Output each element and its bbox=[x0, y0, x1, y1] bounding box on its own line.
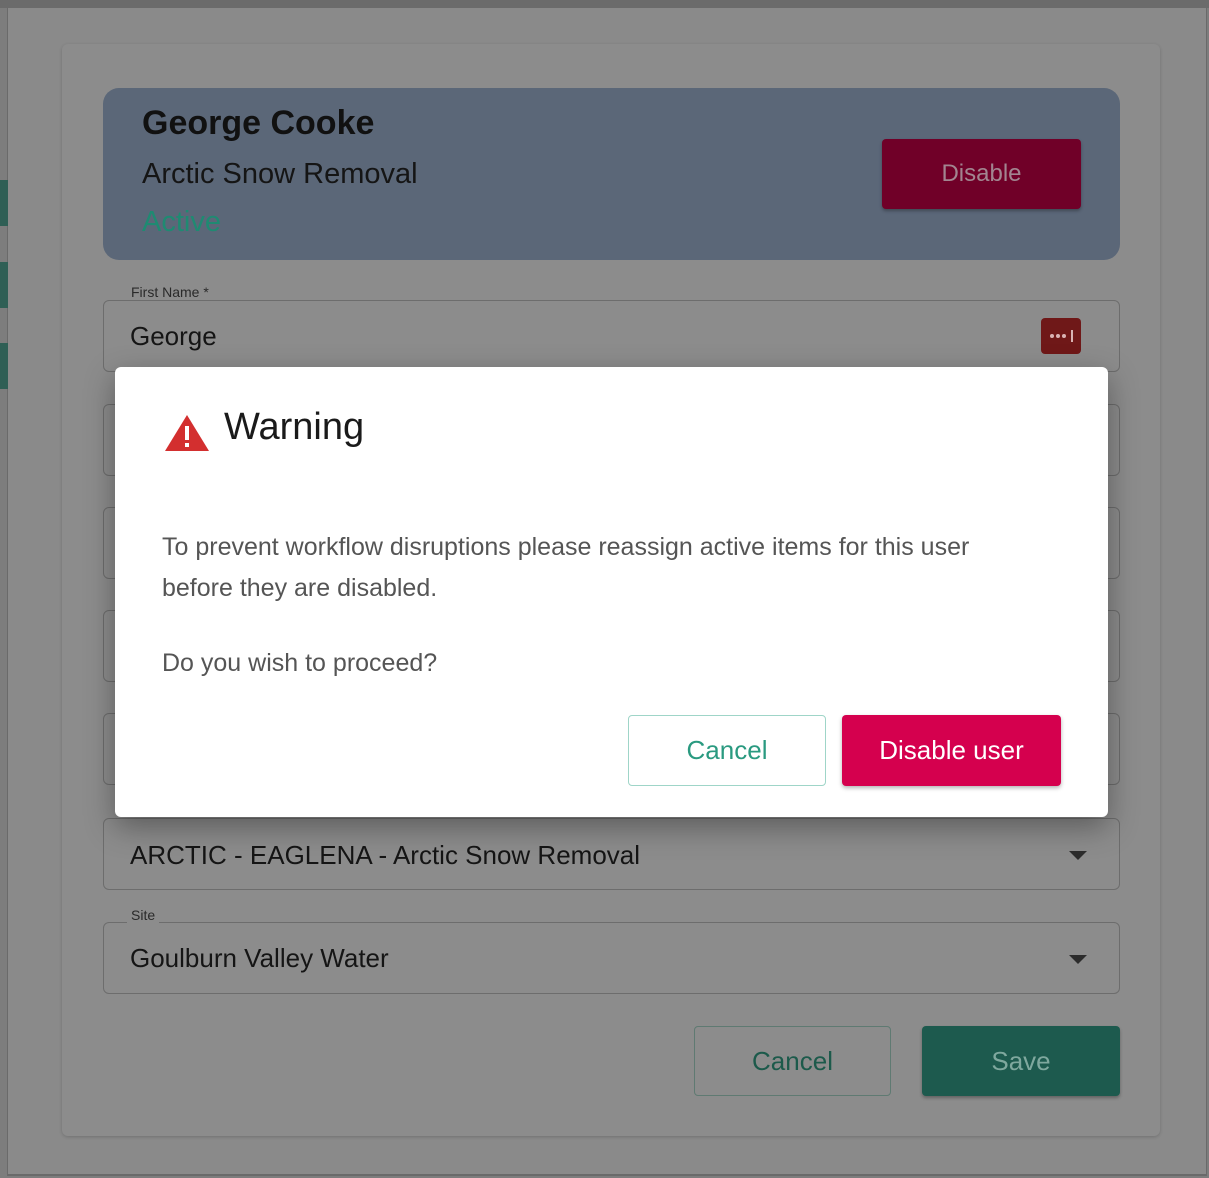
background-edge-stripe bbox=[0, 180, 8, 226]
dialog-message: To prevent workflow disruptions please r… bbox=[162, 533, 970, 602]
warning-triangle-icon bbox=[164, 414, 210, 452]
cancel-button[interactable]: Cancel bbox=[694, 1026, 891, 1096]
dialog-question: Do you wish to proceed? bbox=[162, 649, 438, 677]
save-button[interactable]: Save bbox=[922, 1026, 1120, 1096]
dialog-title: Warning bbox=[224, 406, 365, 448]
user-status: Active bbox=[142, 206, 221, 238]
chevron-down-icon bbox=[1069, 955, 1087, 964]
disable-user-button[interactable]: Disable user bbox=[842, 715, 1061, 786]
site-label: Site bbox=[127, 907, 160, 923]
company-select-value: ARCTIC - EAGLENA - Arctic Snow Removal bbox=[130, 840, 641, 870]
background-edge-stripe bbox=[0, 262, 8, 308]
user-name: George Cooke bbox=[142, 104, 375, 142]
disable-button[interactable]: Disable bbox=[882, 139, 1081, 209]
first-name-label: First Name * bbox=[127, 284, 213, 300]
dialog-cancel-button[interactable]: Cancel bbox=[628, 715, 826, 786]
site-select-value: Goulburn Valley Water bbox=[130, 943, 389, 973]
user-company: Arctic Snow Removal bbox=[142, 158, 418, 190]
first-name-field[interactable] bbox=[103, 300, 1120, 372]
background-top-strip bbox=[0, 0, 1209, 8]
background-edge-stripe bbox=[0, 343, 8, 389]
first-name-value: George bbox=[130, 321, 217, 351]
password-dots-icon[interactable] bbox=[1041, 318, 1081, 354]
chevron-down-icon bbox=[1069, 851, 1087, 860]
